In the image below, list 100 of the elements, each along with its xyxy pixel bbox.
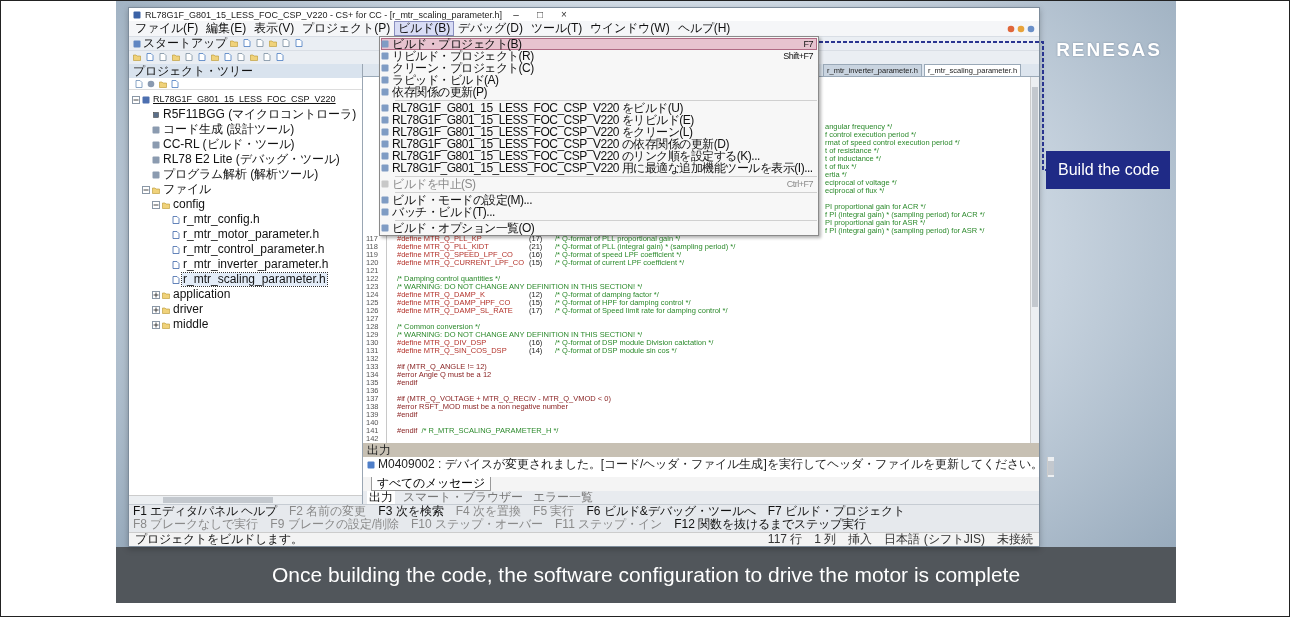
- menu-item[interactable]: ウインドウ(W): [586, 21, 674, 36]
- menu-item[interactable]: 編集(E): [202, 21, 251, 36]
- menu-item[interactable]: RL78G1F_G801_15_LESS_FOC_CSP_V220 の依存関係の更新(D): [381, 138, 817, 150]
- expander-toggle[interactable]: [152, 305, 160, 314]
- menu-item[interactable]: ツール(T): [527, 21, 587, 36]
- folder-icon: [269, 38, 277, 47]
- toolbar-button[interactable]: [211, 52, 221, 63]
- toolbar-button[interactable]: [282, 38, 292, 49]
- callout-label: Build the code: [1046, 151, 1170, 189]
- menu-item[interactable]: RL78G1F_G801_15_LESS_FOC_CSP_V220 をビルド(U): [381, 102, 817, 114]
- function-key[interactable]: F12 関数を抜けるまでステップ実行: [674, 518, 867, 531]
- toolbar-button[interactable]: [146, 52, 156, 63]
- menu-item[interactable]: クリーン・プロジェクト(C): [381, 62, 817, 74]
- menu-item[interactable]: RL78G1F_G801_15_LESS_FOC_CSP_V220 をリビルド(E): [381, 114, 817, 126]
- toolbar-button[interactable]: [198, 52, 208, 63]
- status-field: 未接続: [997, 533, 1033, 546]
- toolbar-button[interactable]: [276, 52, 286, 63]
- folder-icon: [250, 52, 258, 61]
- toolbar-button[interactable]: [172, 52, 182, 63]
- menu-item[interactable]: ビルド(B): [394, 21, 455, 36]
- folder-icon: [133, 52, 141, 61]
- app-icon: [133, 10, 141, 19]
- expander-toggle[interactable]: [132, 95, 140, 104]
- window-control[interactable]: □: [529, 8, 550, 21]
- menu-item[interactable]: 依存関係の更新(P): [381, 86, 817, 98]
- menu-item[interactable]: プロジェクト(P): [298, 21, 395, 36]
- menu-item[interactable]: ビルド・オプション一覧(O): [381, 222, 817, 234]
- tree-item[interactable]: r_mtr_scaling_parameter.h: [182, 273, 327, 286]
- toolbar-button[interactable]: [250, 52, 260, 63]
- menu-item[interactable]: バッチ・ビルド(T)...: [381, 206, 817, 218]
- status-field: 1 列: [814, 533, 837, 546]
- toolbar-button[interactable]: [237, 52, 247, 63]
- tree-item[interactable]: r_mtr_motor_parameter.h: [182, 228, 321, 241]
- function-key[interactable]: F7 ビルド・プロジェクト: [767, 505, 906, 518]
- tree-item[interactable]: RL78G1F_G801_15_LESS_FOC_CSP_V220: [152, 93, 337, 106]
- folder-icon: [172, 52, 180, 61]
- window-control[interactable]: ×: [553, 8, 574, 21]
- expander-toggle[interactable]: [152, 200, 160, 209]
- tree-item[interactable]: r_mtr_control_parameter.h: [182, 243, 326, 256]
- page-icon: [135, 79, 143, 88]
- toolbar-button[interactable]: [224, 52, 234, 63]
- panel-tab[interactable]: スマート・ブラウザー: [401, 490, 525, 504]
- function-key[interactable]: F3 次を検索: [378, 505, 444, 518]
- window-control[interactable]: –: [505, 8, 526, 21]
- scrollbar[interactable]: [129, 495, 362, 504]
- startup-button[interactable]: スタートアップ: [133, 37, 227, 50]
- tree-item[interactable]: R5F11BGG (マイクロコントローラ): [162, 108, 358, 121]
- tree-item[interactable]: ファイル: [162, 183, 212, 196]
- tree-item[interactable]: config: [172, 198, 207, 211]
- logo-text: RENESAS: [1056, 39, 1162, 61]
- status-field: 挿入: [848, 533, 873, 546]
- tree-item[interactable]: driver: [172, 303, 204, 316]
- menu-item[interactable]: ビルド・プロジェクト(B) F7: [381, 38, 817, 50]
- folder-icon: [230, 38, 238, 47]
- toolbar-button[interactable]: [159, 52, 169, 63]
- output-message: M0409002 : デバイスが変更されました。[コード/ヘッダ・ファイル生成]を実行してヘッダ・ファイルを更新してください。: [378, 458, 1043, 472]
- scrollbar[interactable]: [1046, 457, 1054, 477]
- tree-item[interactable]: RL78 E2 Lite (デバッグ・ツール): [162, 153, 341, 166]
- toolbar-button[interactable]: [243, 38, 253, 49]
- expander-toggle[interactable]: [152, 290, 160, 299]
- toolbar-button[interactable]: [295, 38, 305, 49]
- tree-item[interactable]: CC-RL (ビルド・ツール): [162, 138, 296, 151]
- tree-item[interactable]: r_mtr_config.h: [182, 213, 261, 226]
- status-field: 日本語 (シフトJIS): [884, 533, 985, 546]
- toolbar-button[interactable]: [230, 38, 240, 49]
- pane-title: プロジェクト・ツリー: [129, 64, 362, 78]
- menu-item[interactable]: ラピッド・ビルド(A): [381, 74, 817, 86]
- chip-icon: [152, 110, 160, 119]
- tree-item[interactable]: application: [172, 288, 232, 301]
- tree-item[interactable]: プログラム解析 (解析ツール): [162, 168, 320, 181]
- panel-title: 出力: [363, 443, 1039, 458]
- menu-item[interactable]: デバッグ(D): [454, 21, 527, 36]
- toolbar-button[interactable]: [269, 38, 279, 49]
- menu-item[interactable]: RL78G1F_G801_15_LESS_FOC_CSP_V220 をクリーン(L): [381, 126, 817, 138]
- toolbar-button[interactable]: [185, 52, 195, 63]
- toolbar-button[interactable]: [256, 38, 266, 49]
- status-field: 117 行: [767, 533, 803, 546]
- folder-icon: [211, 52, 219, 61]
- page-icon: [171, 79, 179, 88]
- window-title: RL78G1F_G801_15_LESS_FOC_CSP_V220 - CS+ for CC - [r_mtr_scaling_parameter.h]: [145, 8, 502, 21]
- menu-item[interactable]: RL78G1F_G801_15_LESS_FOC_CSP_V220 のリンク順を設定する(K)...: [381, 150, 817, 162]
- caption-text: Once building the code, the software configuration to drive the motor is complete: [271, 563, 1021, 587]
- expander-toggle[interactable]: [152, 320, 160, 329]
- tree-item[interactable]: コード生成 (設計ツール): [162, 123, 296, 136]
- menu-item[interactable]: ヘルプ(H): [673, 21, 735, 36]
- menu-item[interactable]: RL78G1F_G801_15_LESS_FOC_CSP_V220 用に最適な追加機能ツールを表示(I)...: [381, 162, 817, 174]
- tree-item[interactable]: middle: [172, 318, 210, 331]
- toolbar-button[interactable]: [133, 52, 143, 63]
- function-key[interactable]: F1 エディタ/パネル ヘルプ: [133, 505, 277, 518]
- function-key[interactable]: F6 ビルド&デバッグ・ツールへ: [586, 505, 756, 518]
- tree-item[interactable]: r_mtr_inverter_parameter.h: [182, 258, 330, 271]
- panel-tab[interactable]: エラー一覧: [531, 490, 595, 504]
- menu-item[interactable]: ファイル(F): [131, 21, 203, 36]
- folder-icon: [159, 79, 167, 88]
- scrollbar[interactable]: [1030, 77, 1039, 444]
- expander-toggle[interactable]: [142, 185, 150, 194]
- menu-item[interactable]: 表示(V): [250, 21, 299, 36]
- status-message: プロジェクトをビルドします。: [135, 533, 303, 546]
- toolbar-button[interactable]: [263, 52, 273, 63]
- menu-item[interactable]: ビルド・モードの設定(M)...: [381, 194, 817, 206]
